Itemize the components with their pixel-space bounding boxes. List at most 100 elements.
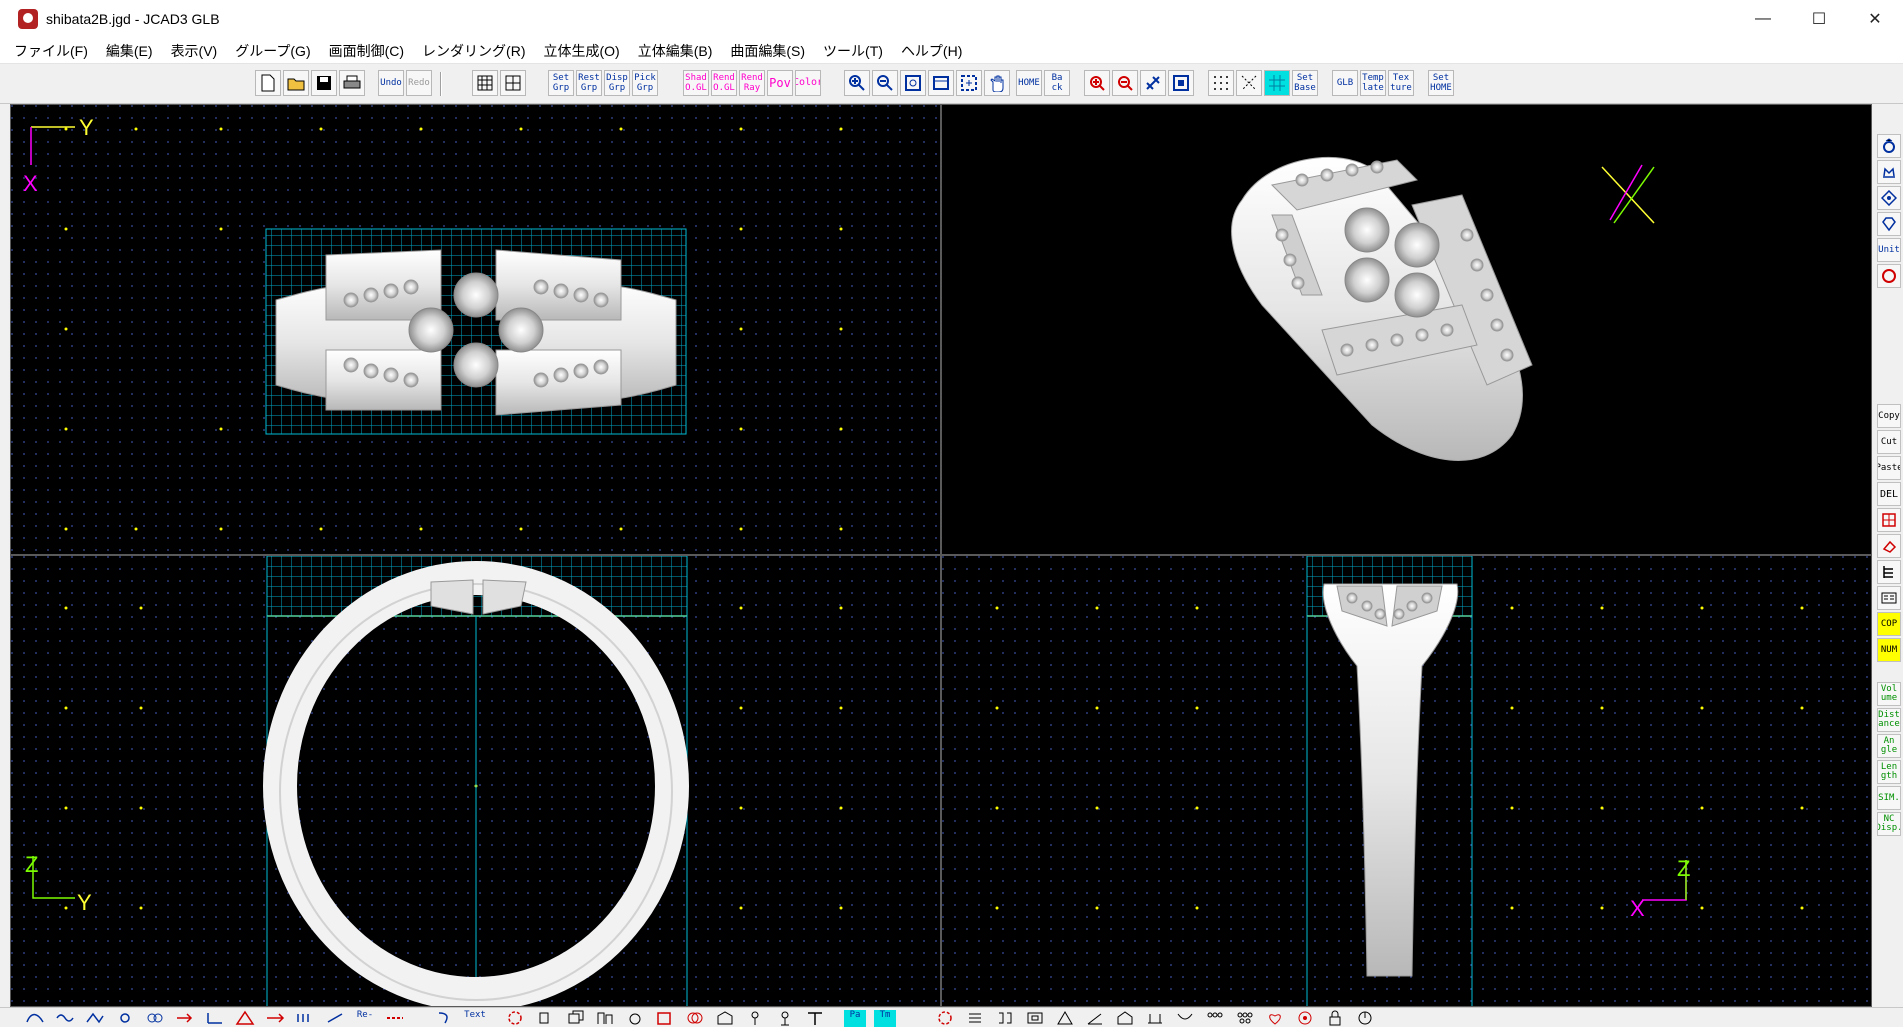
pick-group-button[interactable]: Pick Grp xyxy=(632,70,658,96)
save-icon[interactable] xyxy=(311,70,337,96)
tree-tool-icon[interactable] xyxy=(1877,560,1901,584)
open-folder-icon[interactable] xyxy=(283,70,309,96)
cycle-tool-icon[interactable] xyxy=(1354,1010,1376,1027)
delete-button[interactable]: DEL xyxy=(1877,482,1901,506)
cone-tool-icon[interactable] xyxy=(1084,1010,1106,1027)
crown-tool-icon[interactable] xyxy=(1877,160,1901,184)
menu-view[interactable]: 表示(V) xyxy=(171,41,218,61)
move-tool-icon[interactable] xyxy=(264,1010,286,1027)
rotate-part-icon[interactable] xyxy=(934,1010,956,1027)
dot-grid-icon[interactable] xyxy=(1208,70,1234,96)
paste-button[interactable]: Paste xyxy=(1877,456,1901,480)
volume-button[interactable]: Vol ume xyxy=(1877,682,1901,706)
tm-button[interactable]: Tm xyxy=(874,1010,896,1027)
angle-button[interactable]: An gle xyxy=(1877,734,1901,758)
set-group-button[interactable]: Set Grp xyxy=(548,70,574,96)
scale-tool-icon[interactable] xyxy=(1144,1010,1166,1027)
grid-view-icon[interactable] xyxy=(472,70,498,96)
back-view-button[interactable]: Ba ck xyxy=(1044,70,1070,96)
display-group-button[interactable]: Disp Grp xyxy=(604,70,630,96)
shade-opengl-button[interactable]: Shad O.GL xyxy=(683,70,709,96)
maximize-button[interactable]: ☐ xyxy=(1791,0,1847,38)
length-button[interactable]: Len gth xyxy=(1877,760,1901,784)
stack-tool-icon[interactable] xyxy=(964,1010,986,1027)
frame-view-icon[interactable] xyxy=(1168,70,1194,96)
menu-file[interactable]: ファイル(F) xyxy=(14,41,88,61)
close-button[interactable]: ✕ xyxy=(1847,0,1903,38)
minimize-button[interactable]: — xyxy=(1735,0,1791,38)
set-home-button[interactable]: Set HOME xyxy=(1428,70,1454,96)
stand-tool-icon[interactable] xyxy=(774,1010,796,1027)
arrow-tool-icon[interactable] xyxy=(174,1010,196,1027)
grid-fill-icon[interactable] xyxy=(1264,70,1290,96)
render-opengl-button[interactable]: Rend O.GL xyxy=(711,70,737,96)
measure-tool-icon[interactable] xyxy=(204,1010,226,1027)
texture-button[interactable]: Tex ture xyxy=(1388,70,1414,96)
distance-button[interactable]: Dist ance xyxy=(1877,708,1901,732)
glb-button[interactable]: GLB xyxy=(1332,70,1358,96)
text-tool-button[interactable]: Text xyxy=(464,1010,486,1027)
triangle-tool-icon[interactable] xyxy=(234,1010,256,1027)
side-view-viewport[interactable]: Z X xyxy=(941,555,1872,1007)
pave-tool-icon[interactable] xyxy=(1204,1010,1226,1027)
snap-grid-icon[interactable] xyxy=(1236,70,1262,96)
cut-button[interactable]: Cut xyxy=(1877,430,1901,454)
new-file-icon[interactable] xyxy=(255,70,281,96)
shell-tool-icon[interactable] xyxy=(624,1010,646,1027)
zoom-out-icon[interactable] xyxy=(872,70,898,96)
extrude-tool-icon[interactable] xyxy=(534,1010,556,1027)
undo-button[interactable]: Undo xyxy=(378,70,404,96)
copy-button[interactable]: Copy xyxy=(1877,404,1901,428)
eraser-tool-icon[interactable] xyxy=(1877,534,1901,558)
psg-tool-icon[interactable] xyxy=(1877,586,1901,610)
pan-hand-icon[interactable] xyxy=(984,70,1010,96)
t-tool-icon[interactable] xyxy=(804,1010,826,1027)
spline-tool-icon[interactable] xyxy=(84,1010,106,1027)
link-tool-icon[interactable] xyxy=(144,1010,166,1027)
zoom-out-red-icon[interactable] xyxy=(1112,70,1138,96)
taper-tool-icon[interactable] xyxy=(1054,1010,1076,1027)
redo-curve-button[interactable]: Re- xyxy=(354,1010,376,1027)
menu-screen-control[interactable]: 画面制御(C) xyxy=(329,41,404,61)
pipe-tool-icon[interactable] xyxy=(744,1010,766,1027)
set-base-button[interactable]: Set Base xyxy=(1292,70,1318,96)
top-view-viewport[interactable]: Y X xyxy=(10,104,941,555)
diamond-tool-icon[interactable] xyxy=(1877,212,1901,236)
menu-edit[interactable]: 編集(E) xyxy=(106,41,153,61)
slot-tool-icon[interactable] xyxy=(1024,1010,1046,1027)
mesh-tool-icon[interactable] xyxy=(1877,508,1901,532)
pov-button[interactable]: Pov xyxy=(767,70,793,96)
render-ray-button[interactable]: Rend Ray xyxy=(739,70,765,96)
revolve-tool-icon[interactable] xyxy=(504,1010,526,1027)
gem-tool-icon[interactable] xyxy=(1877,134,1901,158)
cluster-tool-icon[interactable] xyxy=(1234,1010,1256,1027)
heart-tool-icon[interactable] xyxy=(1264,1010,1286,1027)
target-tool-icon[interactable] xyxy=(1294,1010,1316,1027)
setting-tool-icon[interactable] xyxy=(1877,186,1901,210)
print-icon[interactable] xyxy=(339,70,365,96)
menu-solid-create[interactable]: 立体生成(O) xyxy=(543,41,619,61)
num-button[interactable]: NUM xyxy=(1877,638,1901,662)
sim-button[interactable]: SIM. xyxy=(1877,786,1901,810)
menu-rendering[interactable]: レンダリング(R) xyxy=(422,41,525,61)
window-zoom-icon[interactable] xyxy=(928,70,954,96)
zoom-in-icon[interactable] xyxy=(844,70,870,96)
menu-solid-edit[interactable]: 立体編集(B) xyxy=(638,41,713,61)
bend-tool-icon[interactable] xyxy=(1174,1010,1196,1027)
hollow-tool-icon[interactable] xyxy=(714,1010,736,1027)
cop-button[interactable]: COP xyxy=(1877,612,1901,636)
menu-help[interactable]: ヘルプ(H) xyxy=(901,41,962,61)
fillet-tool-icon[interactable] xyxy=(654,1010,676,1027)
reset-group-button[interactable]: Rest Grp xyxy=(576,70,602,96)
color-button[interactable]: Color xyxy=(795,70,821,96)
ring-tool-icon[interactable] xyxy=(1877,264,1901,288)
redo-button[interactable]: Redo xyxy=(406,70,432,96)
menu-tools[interactable]: ツール(T) xyxy=(823,41,883,61)
four-view-icon[interactable] xyxy=(500,70,526,96)
house-tool-icon[interactable] xyxy=(1114,1010,1136,1027)
home-view-button[interactable]: HOME xyxy=(1016,70,1042,96)
point-tool-icon[interactable] xyxy=(114,1010,136,1027)
zoom-fit-icon[interactable] xyxy=(900,70,926,96)
dash-tool-icon[interactable] xyxy=(384,1010,406,1027)
zoom-in-red-icon[interactable] xyxy=(1084,70,1110,96)
